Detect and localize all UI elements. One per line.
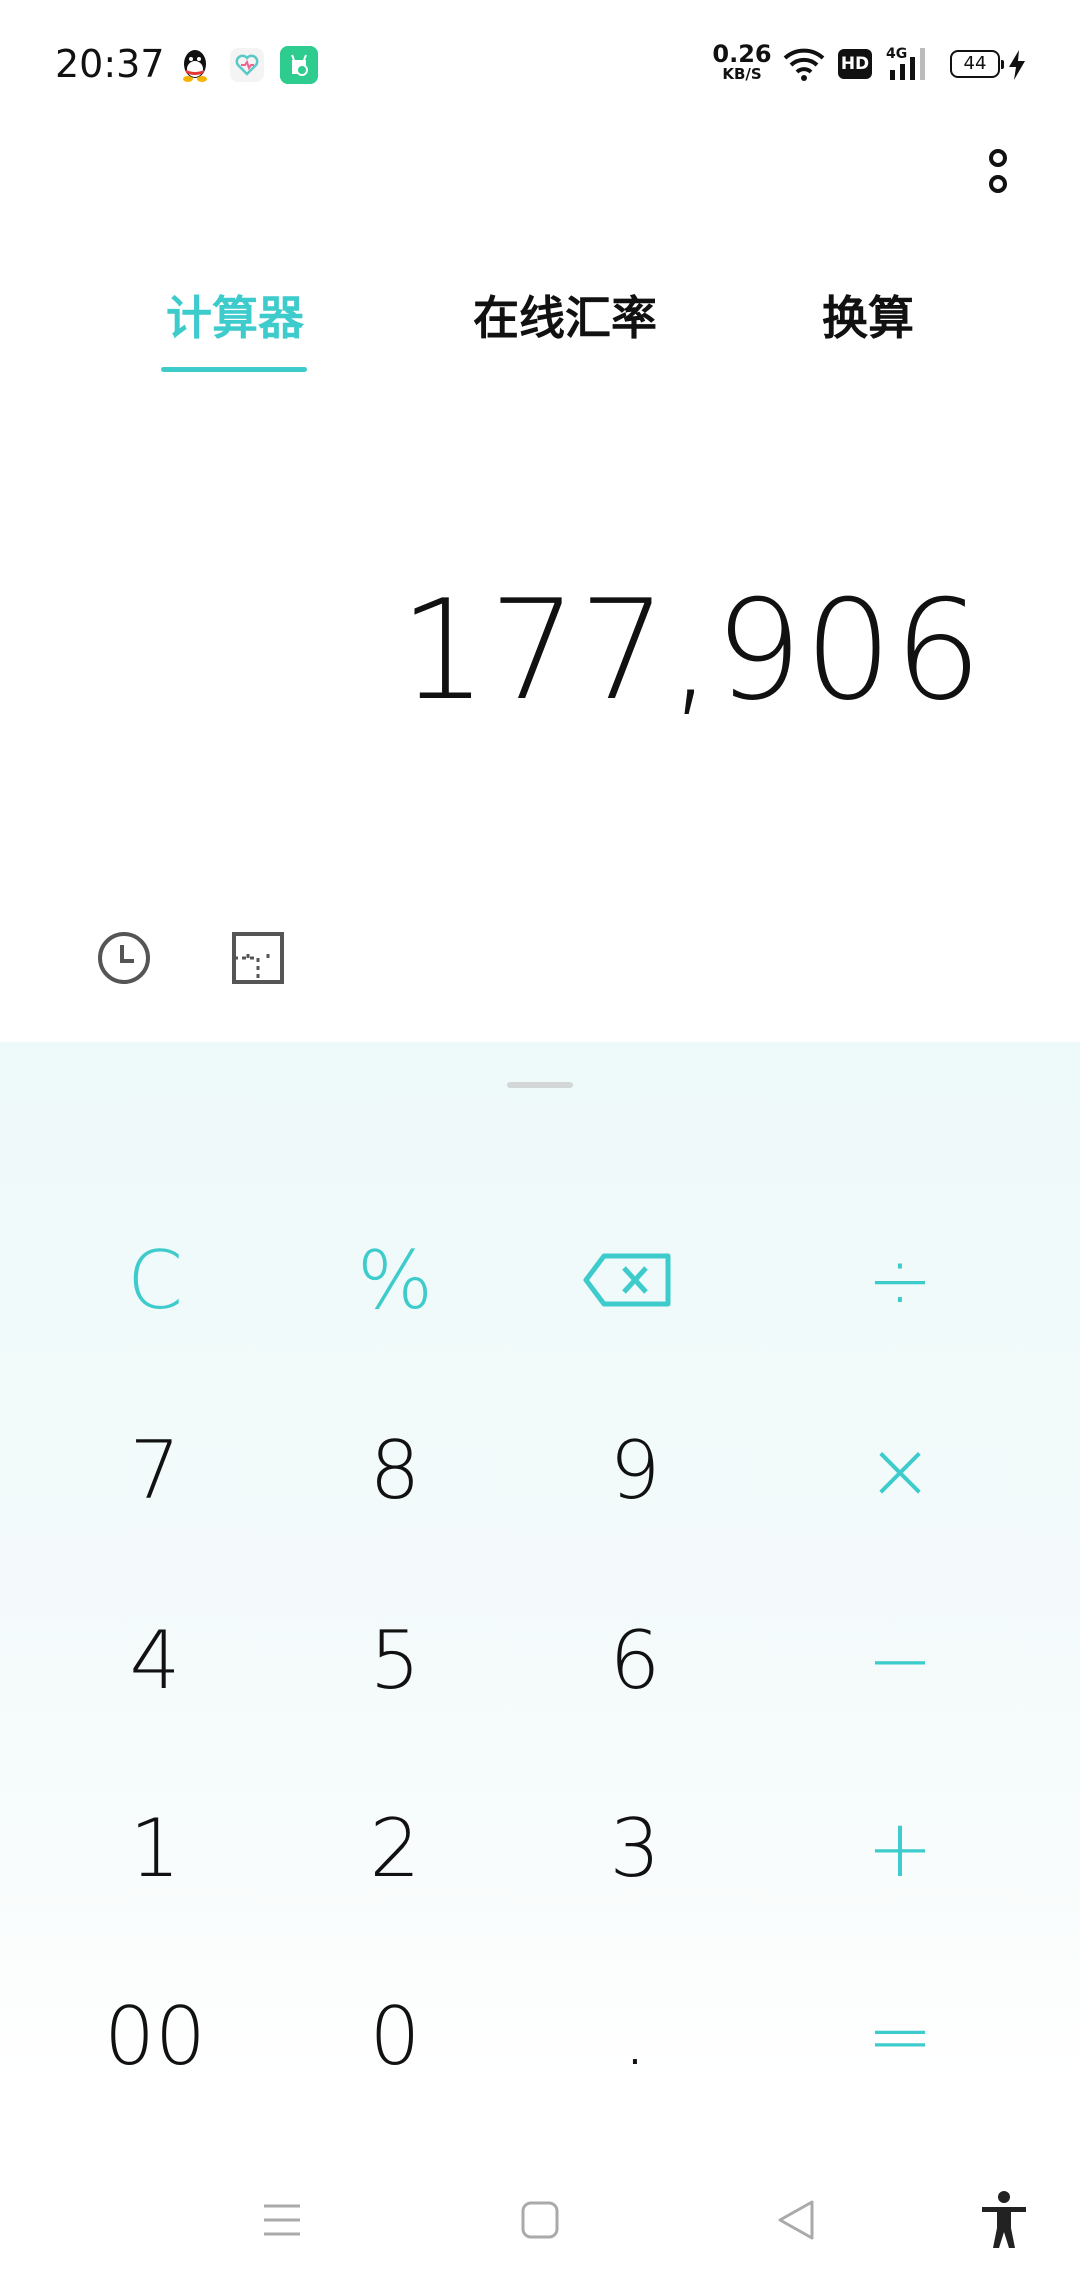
network-type-label: 4G — [886, 46, 907, 62]
key-1[interactable]: 1 — [40, 1768, 270, 1928]
key-clear[interactable]: C — [40, 1200, 270, 1360]
key-double-zero[interactable]: 00 — [40, 1956, 270, 2116]
tab-calculator[interactable]: 计算器 — [160, 282, 310, 348]
system-navigation-bar — [0, 2160, 1080, 2280]
key-8[interactable]: 8 — [280, 1390, 510, 1550]
tab-exchange-rate[interactable]: 在线汇率 — [460, 282, 670, 348]
charging-icon — [1009, 50, 1025, 80]
nav-back-button[interactable] — [756, 2160, 836, 2280]
key-3[interactable]: 3 — [520, 1768, 750, 1928]
accessibility-icon — [982, 2191, 1026, 2248]
tab-convert[interactable]: 换算 — [818, 282, 918, 348]
key-2[interactable]: 2 — [280, 1768, 510, 1928]
backspace-icon — [583, 1253, 671, 1307]
key-4[interactable]: 4 — [40, 1580, 270, 1740]
nav-menu-button[interactable] — [242, 2160, 322, 2280]
accessibility-button[interactable] — [964, 2160, 1044, 2280]
key-9[interactable]: 9 — [520, 1390, 750, 1550]
key-percent[interactable]: % — [280, 1200, 510, 1360]
key-6[interactable]: 6 — [520, 1580, 750, 1740]
qq-icon — [183, 50, 207, 82]
wifi-icon — [783, 48, 825, 81]
history-button[interactable] — [96, 930, 152, 986]
heart-icon — [230, 48, 264, 82]
key-multiply[interactable]: × — [785, 1390, 1015, 1550]
nav-home-button[interactable] — [500, 2160, 580, 2280]
key-divide[interactable]: ÷ — [785, 1200, 1015, 1360]
active-tab-indicator — [161, 367, 307, 372]
menu-icon — [264, 2204, 300, 2236]
keypad: C % ÷ 7 8 9 × 4 5 6 − 1 2 3 + 00 0 . = — [0, 1042, 1080, 2087]
network-speed: 0.26 KB/S — [712, 42, 772, 82]
key-7[interactable]: 7 — [40, 1390, 270, 1550]
key-decimal[interactable]: . — [520, 1956, 750, 2116]
status-time: 20:37 — [55, 42, 165, 86]
key-equals[interactable]: = — [785, 1956, 1015, 2116]
keypad-drag-handle[interactable] — [507, 1082, 573, 1088]
key-add[interactable]: + — [785, 1768, 1015, 1928]
more-options-button[interactable] — [976, 146, 1020, 200]
key-0[interactable]: 0 — [280, 1956, 510, 2116]
hd-icon: HD — [838, 49, 872, 79]
tab-bar: 计算器 在线汇率 换算 — [0, 270, 1080, 380]
app-notification-icon — [280, 46, 318, 84]
back-icon — [778, 2200, 814, 2240]
key-5[interactable]: 5 — [280, 1580, 510, 1740]
status-bar: 20:37 0.26 KB/S HD 4G 44 — [0, 0, 1080, 130]
unit-conversion-button[interactable] — [230, 930, 286, 986]
network-speed-unit: KB/S — [722, 65, 762, 83]
signal-4g-icon: 4G — [886, 46, 925, 80]
result-display: 177,906 — [399, 570, 984, 731]
battery-indicator: 44 — [950, 50, 1004, 78]
home-icon — [521, 2201, 559, 2239]
key-backspace[interactable] — [512, 1200, 742, 1360]
key-subtract[interactable]: − — [785, 1580, 1015, 1740]
network-speed-value: 0.26 — [712, 40, 772, 68]
